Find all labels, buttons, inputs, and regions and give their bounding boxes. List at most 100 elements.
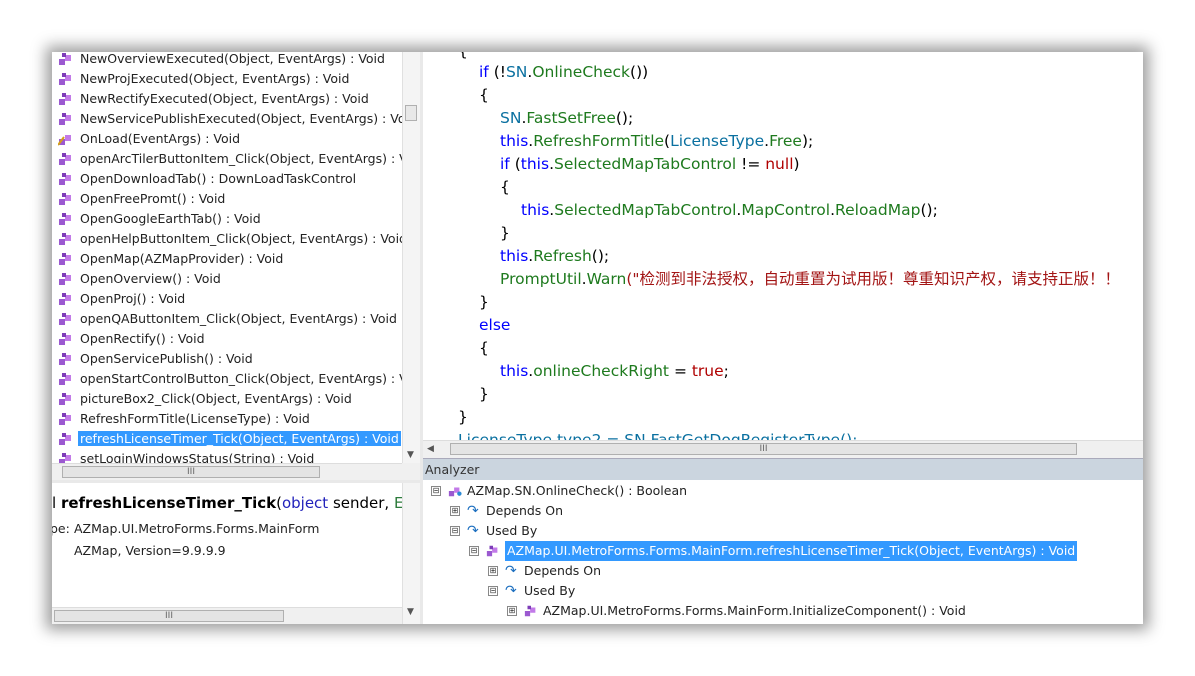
tree-item[interactable]: NewServicePublishExecuted(Object, EventA… — [56, 109, 402, 129]
signature-param: sender, — [328, 494, 394, 512]
info-vertical-scrollbar[interactable]: ▼ — [402, 483, 420, 624]
method-icon — [59, 233, 71, 245]
tree-item[interactable]: openArcTilerButtonItem_Click(Object, Eve… — [56, 149, 402, 169]
tree-item[interactable]: OpenRectify() : Void — [56, 329, 207, 349]
tree-item[interactable]: openStartControlButton_Click(Object, Eve… — [56, 369, 402, 389]
code-line: PromptUtil.Warn("检测到非法授权，自动重置为试用版！尊重知识产权… — [500, 270, 1121, 288]
method-icon — [59, 413, 71, 425]
scroll-down-arrow-icon[interactable]: ▼ — [407, 607, 414, 617]
tree-item[interactable]: RefreshFormTitle(LicenseType) : Void — [56, 409, 312, 429]
tree-item[interactable]: OpenServicePublish() : Void — [56, 349, 255, 369]
code-line: this.SelectedMapTabControl.MapControl.Re… — [521, 201, 938, 219]
scroll-left-arrow-icon[interactable]: ◀ — [427, 444, 434, 454]
signature-type: Event — [393, 494, 402, 512]
method-icon — [59, 173, 71, 185]
method-icon — [59, 193, 71, 205]
code-line: { — [458, 52, 468, 62]
method-icon — [59, 433, 71, 445]
expand-icon[interactable]: ⊞ — [488, 566, 498, 576]
method-icon — [524, 605, 536, 617]
method-icon — [59, 333, 71, 345]
tree-item[interactable]: NewProjExecuted(Object, EventArgs) : Voi… — [56, 69, 351, 89]
code-horizontal-scrollbar[interactable]: ◀ III — [423, 440, 1143, 459]
depends-on-icon: ↷ — [505, 563, 517, 579]
code-line: if (this.SelectedMapTabControl != null) — [500, 155, 800, 173]
type-value: AZMap.UI.MetroForms.Forms.MainForm — [74, 521, 320, 536]
code-line: this.Refresh(); — [500, 247, 610, 265]
used-by-icon: ↷ — [467, 523, 479, 539]
signature-keyword: object — [281, 494, 329, 512]
tree-item[interactable]: NewRectifyExecuted(Object, EventArgs) : … — [56, 89, 371, 109]
info-horizontal-scrollbar[interactable]: III — [52, 607, 402, 624]
tree-item[interactable]: NewOverviewExecuted(Object, EventArgs) :… — [56, 52, 387, 69]
assembly-value: AZMap, Version=9.9.9.9 — [74, 543, 226, 558]
code-line: { — [479, 339, 489, 357]
code-editor[interactable]: { if (!SN.OnlineCheck()) { SN.FastSetFre… — [423, 52, 1143, 440]
scrollbar-thumb[interactable]: III — [54, 610, 284, 622]
tree-horizontal-scrollbar[interactable]: III — [52, 463, 402, 481]
analyzer-node-label: Depends On — [486, 503, 564, 518]
method-icon — [59, 353, 71, 365]
tree-vertical-scrollbar[interactable]: ▼ — [402, 52, 420, 463]
expand-icon[interactable]: ⊞ — [450, 506, 460, 516]
depends-on-icon: ↷ — [467, 503, 479, 519]
tree-item[interactable]: OpenMap(AZMapProvider) : Void — [56, 249, 285, 269]
analyzer-node-label: AZMap.UI.MetroForms.Forms.MainForm.Initi… — [543, 603, 966, 618]
app-window: NewOverviewExecuted(Object, EventArgs) :… — [52, 52, 1143, 624]
method-icon — [59, 293, 71, 305]
collapse-icon[interactable]: ⊟ — [469, 546, 479, 556]
method-icon — [59, 393, 71, 405]
method-icon — [59, 153, 71, 165]
collapse-icon[interactable]: ⊟ — [450, 526, 460, 536]
tree-item[interactable]: openHelpButtonItem_Click(Object, EventAr… — [56, 229, 402, 249]
member-info-panel: l refreshLicenseTimer_Tick(object sender… — [52, 483, 402, 624]
tree-item-selected[interactable]: refreshLicenseTimer_Tick(Object, EventAr… — [56, 429, 401, 449]
tree-item[interactable]: setLoginWindowsStatus(String) : Void — [56, 449, 316, 463]
tree-item[interactable]: OpenOverview() : Void — [56, 269, 223, 289]
method-icon — [59, 273, 71, 285]
code-line: LicenseType type2 = SN.FastGetDogRegiste… — [458, 431, 858, 440]
code-line: else — [479, 316, 511, 334]
analyzer-node-label: AZMap.UI.MetroForms.Forms.MainForm.refre… — [505, 541, 1078, 561]
analyzer-title: Analyzer — [425, 462, 480, 477]
method-icon — [448, 487, 462, 497]
tree-item[interactable]: pictureBox2_Click(Object, EventArgs) : V… — [56, 389, 354, 409]
signature-method-name: refreshLicenseTimer_Tick — [60, 494, 277, 512]
code-line: if (!SN.OnlineCheck()) — [479, 63, 649, 81]
expand-icon[interactable]: ⊞ — [507, 606, 517, 616]
code-line: { — [479, 86, 489, 104]
override-method-icon — [58, 135, 71, 146]
scrollbar-thumb[interactable] — [405, 105, 417, 121]
tree-item[interactable]: OpenFreePromt() : Void — [56, 189, 227, 209]
signature-prefix: l — [52, 494, 57, 512]
tree-item[interactable]: openQAButtonItem_Click(Object, EventArgs… — [56, 309, 399, 329]
type-label: pe: — [52, 521, 70, 536]
member-tree: NewOverviewExecuted(Object, EventArgs) :… — [52, 52, 402, 463]
analyzer-node-label: Depends On — [524, 563, 602, 578]
scrollbar-thumb[interactable]: III — [62, 466, 320, 478]
collapse-icon[interactable]: ⊟ — [488, 586, 498, 596]
tree-item[interactable]: OpenDownloadTab() : DownLoadTaskControl — [56, 169, 358, 189]
method-icon — [59, 453, 71, 463]
scrollbar-corner — [402, 463, 420, 480]
tree-item[interactable]: OpenGoogleEarthTab() : Void — [56, 209, 263, 229]
collapse-icon[interactable]: ⊟ — [431, 486, 441, 496]
analyzer-tree: ⊟ AZMap.SN.OnlineCheck() : Boolean ⊞ ↷ D… — [423, 480, 1143, 624]
tree-item[interactable]: OnLoad(EventArgs) : Void — [56, 129, 242, 149]
method-icon — [59, 313, 71, 325]
code-line: } — [458, 408, 468, 426]
code-line: this.RefreshFormTitle(LicenseType.Free); — [500, 132, 814, 150]
method-icon — [59, 53, 71, 65]
code-line: } — [479, 385, 489, 403]
analyzer-header: Analyzer — [423, 458, 1143, 481]
method-icon — [59, 373, 71, 385]
scroll-down-arrow-icon[interactable]: ▼ — [407, 450, 414, 460]
code-line: } — [479, 293, 489, 311]
code-line: this.onlineCheckRight = true; — [500, 362, 729, 380]
tree-item[interactable]: OpenProj() : Void — [56, 289, 187, 309]
scrollbar-thumb[interactable]: III — [450, 443, 1077, 455]
analyzer-node-label: Used By — [486, 523, 538, 538]
analyzer-node-label: Used By — [524, 583, 576, 598]
method-icon — [59, 93, 71, 105]
member-signature: l refreshLicenseTimer_Tick(object sender… — [52, 494, 402, 512]
